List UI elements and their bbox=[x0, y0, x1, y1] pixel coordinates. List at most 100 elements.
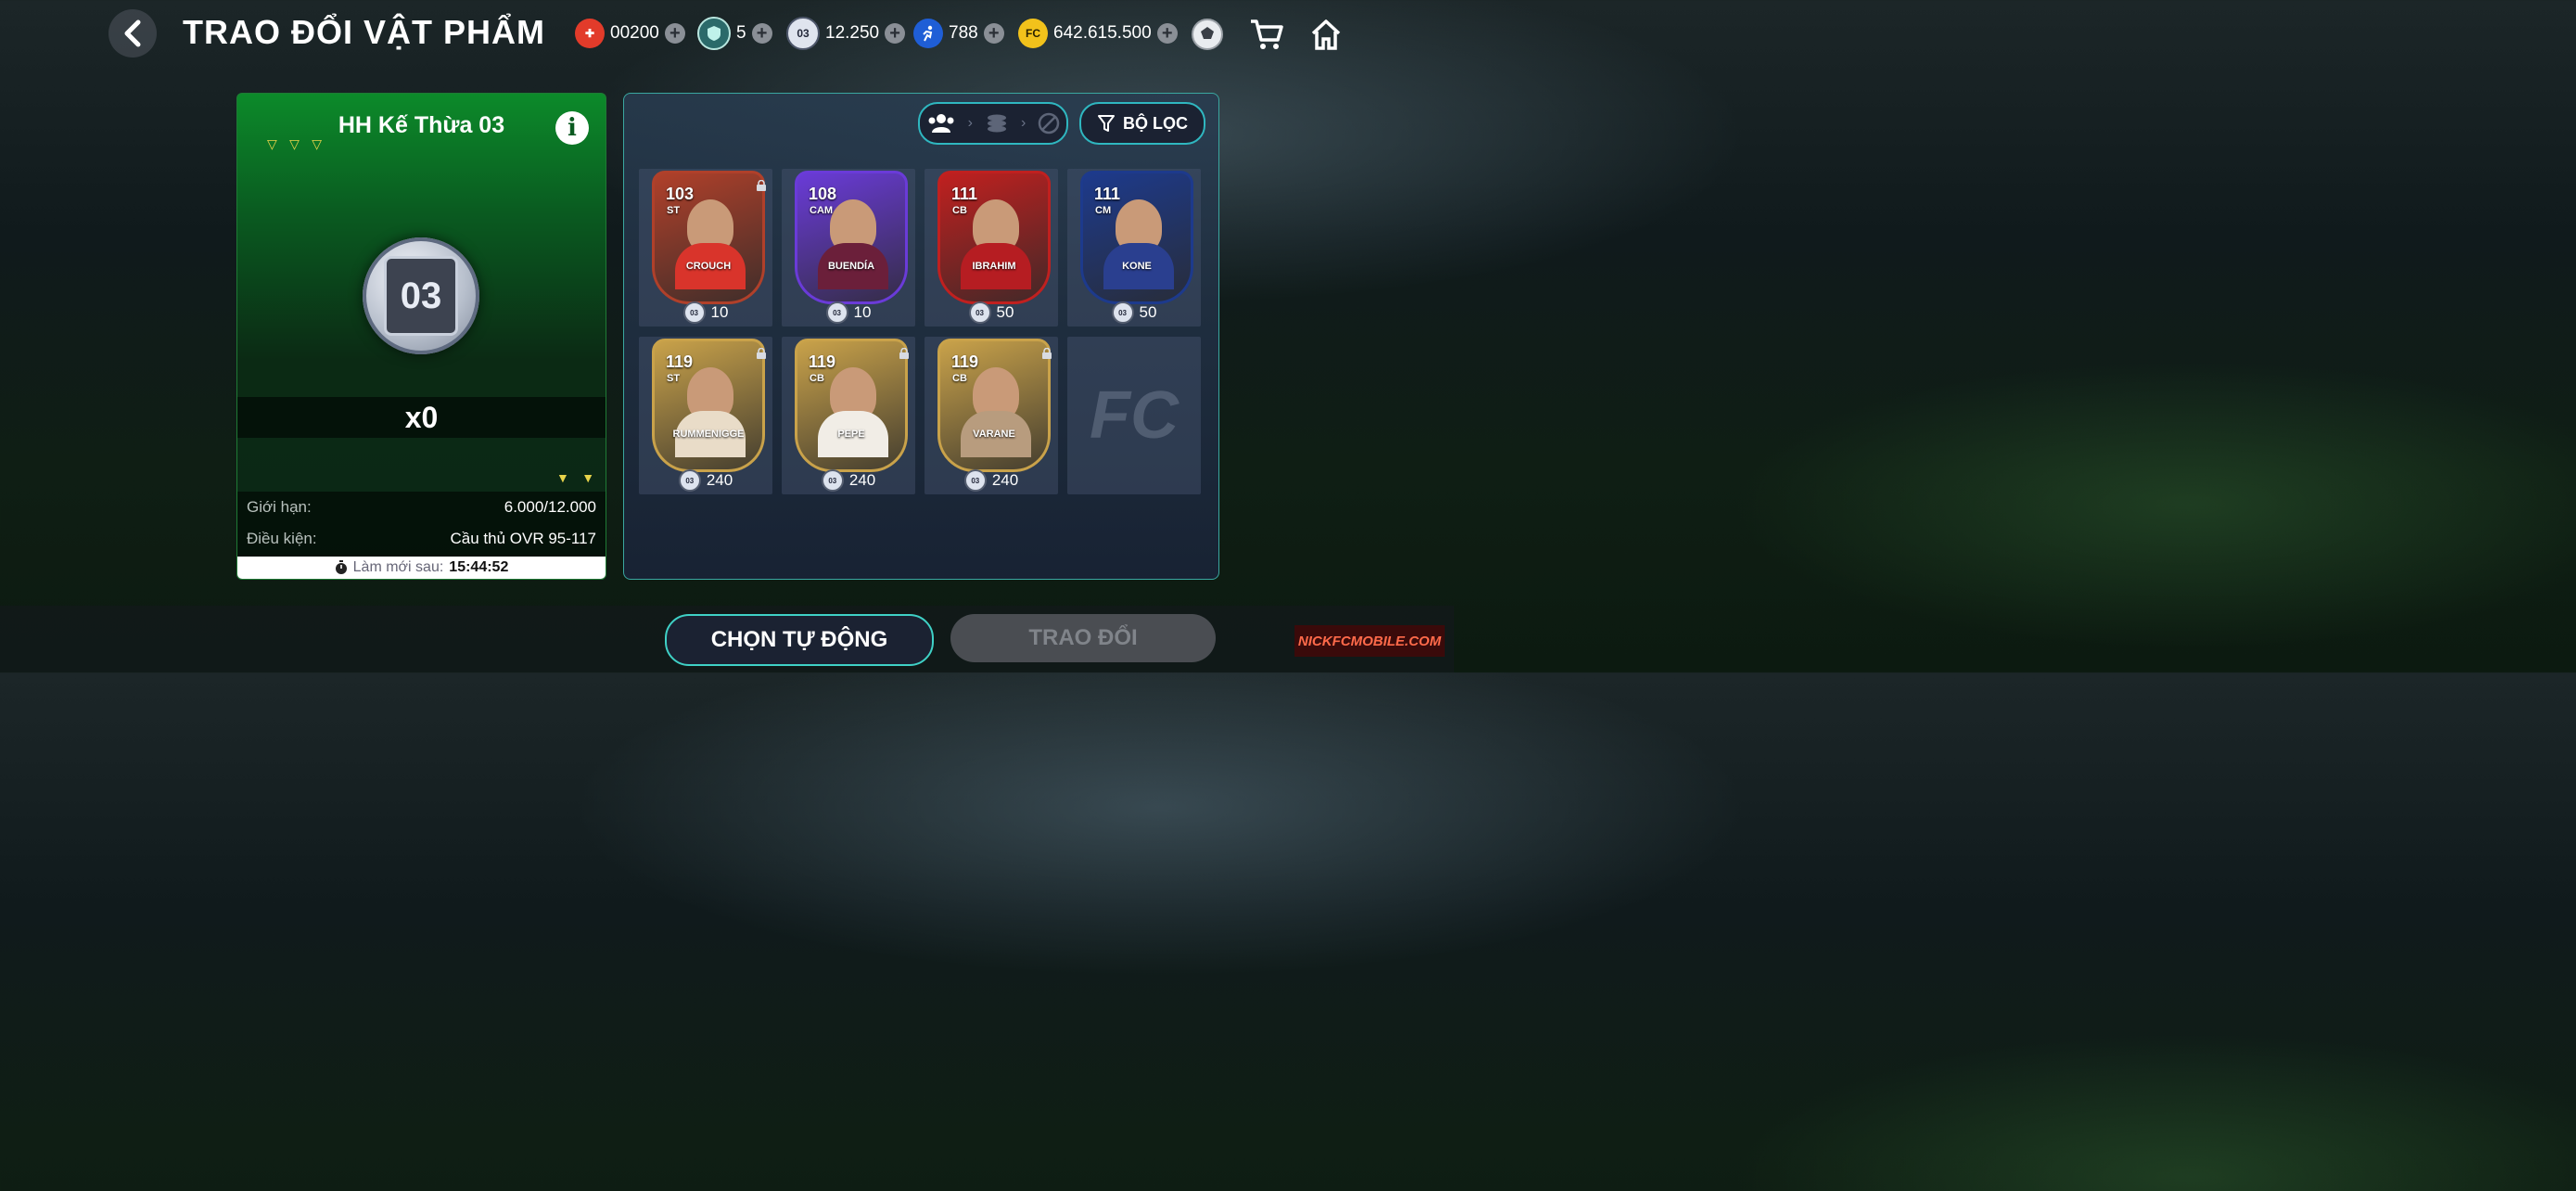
player-name: IBRAHIM bbox=[972, 261, 1016, 272]
player-card[interactable]: 111 CM KONE bbox=[1080, 171, 1193, 304]
price-value: 10 bbox=[710, 303, 729, 321]
chevron-left-icon bbox=[124, 19, 141, 47]
group-icon bbox=[928, 114, 954, 133]
player-position: CM bbox=[1095, 205, 1112, 216]
lock-icon bbox=[899, 348, 909, 359]
player-position: CAM bbox=[810, 205, 834, 216]
player-name: CROUCH bbox=[685, 261, 732, 272]
condition-label: Điều kiện: bbox=[247, 530, 317, 547]
player-price: 03 10 bbox=[639, 301, 772, 324]
token-03-icon: 03 bbox=[1111, 301, 1134, 324]
lock-icon bbox=[757, 180, 766, 191]
stack-icon bbox=[987, 114, 1006, 133]
trade-button[interactable]: TRAO ĐỔI bbox=[950, 614, 1216, 662]
add-runner-button[interactable]: + bbox=[983, 23, 1004, 44]
player-price: 03 240 bbox=[925, 469, 1058, 492]
currency-token: 03 12.250 + bbox=[786, 17, 906, 50]
player-position: ST bbox=[667, 205, 681, 216]
add-fc-coin-button[interactable]: + bbox=[1156, 23, 1178, 44]
currency-fc-coin-value: 642.615.500 bbox=[1053, 23, 1152, 43]
filter-button[interactable]: BỘ LỌC bbox=[1079, 102, 1205, 145]
chevron-right-icon: › bbox=[1021, 115, 1027, 131]
player-ovr: 108 bbox=[809, 185, 837, 203]
player-name: BUENDÍA bbox=[827, 261, 875, 272]
no-entry-icon bbox=[1039, 112, 1060, 134]
add-puzzle-button[interactable]: + bbox=[664, 23, 685, 44]
player-card[interactable]: 119 CB VARANE bbox=[937, 339, 1051, 472]
currency-gem-value: 5 bbox=[736, 23, 746, 43]
player-slot[interactable]: 119 ST RUMMENIGGE 03 240 bbox=[639, 337, 772, 494]
player-card[interactable]: 119 CB PEPE bbox=[795, 339, 908, 472]
token-03-icon: 03 bbox=[821, 469, 844, 492]
stopwatch-icon bbox=[335, 560, 347, 574]
back-button[interactable] bbox=[108, 9, 157, 58]
fc-coin-icon: FC bbox=[1018, 19, 1048, 48]
player-card[interactable]: 108 CAM BUENDÍA bbox=[795, 171, 908, 304]
price-value: 240 bbox=[848, 471, 876, 489]
empty-slot: FC bbox=[1067, 337, 1201, 494]
limit-label: Giới hạn: bbox=[247, 498, 312, 516]
player-card[interactable]: 119 ST RUMMENIGGE bbox=[652, 339, 765, 472]
token-03-icon: 03 bbox=[963, 469, 987, 492]
gem-icon bbox=[697, 17, 731, 50]
player-slot[interactable]: 119 CB VARANE 03 240 bbox=[925, 337, 1058, 494]
player-ovr: 119 bbox=[951, 352, 979, 371]
player-price: 03 50 bbox=[925, 301, 1058, 324]
player-slot[interactable]: 108 CAM BUENDÍA 03 10 bbox=[782, 169, 915, 327]
add-gem-button[interactable]: + bbox=[751, 23, 772, 44]
exchange-item-panel: HH Kế Thừa 03 i ▽ ▽ ▽ 03 x0 ▼ ▼ Giới hạn… bbox=[236, 93, 606, 580]
player-slot[interactable]: 119 CB PEPE 03 240 bbox=[782, 337, 915, 494]
shop-button[interactable] bbox=[1248, 17, 1285, 52]
currency-runner-value: 788 bbox=[949, 23, 978, 43]
player-ovr: 103 bbox=[666, 185, 695, 203]
condition-value: Cầu thủ OVR 95-117 bbox=[450, 530, 597, 547]
refresh-timer: Làm mới sau: 15:44:52 bbox=[237, 557, 606, 579]
player-ovr: 119 bbox=[809, 352, 836, 371]
refresh-time: 15:44:52 bbox=[449, 559, 509, 575]
fc-logo-placeholder: FC bbox=[1090, 378, 1179, 453]
cart-icon bbox=[1251, 19, 1283, 49]
currency-token-value: 12.250 bbox=[825, 23, 880, 43]
currency-puzzle-value: 00200 bbox=[610, 23, 659, 43]
token-03-icon: 03 bbox=[786, 17, 820, 50]
filter-label: BỘ LỌC bbox=[1123, 113, 1188, 133]
info-button[interactable]: i bbox=[555, 111, 589, 145]
home-icon bbox=[1311, 19, 1341, 50]
player-slot[interactable]: 111 CB IBRAHIM 03 50 bbox=[925, 169, 1058, 327]
player-ovr: 111 bbox=[951, 185, 978, 203]
player-ovr: 119 bbox=[666, 352, 694, 371]
token-03-icon: 03 bbox=[682, 301, 706, 324]
player-slot[interactable]: 111 CM KONE 03 50 bbox=[1067, 169, 1201, 327]
football-icon bbox=[1192, 19, 1223, 50]
auto-select-button[interactable]: CHỌN TỰ ĐỘNG bbox=[665, 614, 934, 666]
token-03-icon: 03 bbox=[825, 301, 848, 324]
currency-gem: 5 + bbox=[697, 17, 772, 50]
player-price: 03 10 bbox=[782, 301, 915, 324]
home-button[interactable] bbox=[1307, 17, 1345, 52]
puzzle-icon: ✚ bbox=[575, 19, 605, 48]
player-price: 03 240 bbox=[782, 469, 915, 492]
price-value: 240 bbox=[991, 471, 1019, 489]
player-position: CB bbox=[810, 373, 824, 384]
player-name: PEPE bbox=[837, 429, 865, 440]
player-price: 03 240 bbox=[639, 469, 772, 492]
player-card[interactable]: 111 CB IBRAHIM bbox=[937, 171, 1051, 304]
player-slot[interactable]: 103 ST CROUCH 03 10 bbox=[639, 169, 772, 327]
player-card[interactable]: 103 ST CROUCH bbox=[652, 171, 765, 304]
price-value: 10 bbox=[853, 303, 872, 321]
football-button[interactable] bbox=[1189, 17, 1226, 52]
decor-triangles-top: ▽ ▽ ▽ bbox=[267, 136, 323, 151]
price-value: 50 bbox=[996, 303, 1014, 321]
filter-icon bbox=[1098, 115, 1115, 132]
lock-icon bbox=[1042, 348, 1052, 359]
add-token-button[interactable]: + bbox=[885, 23, 906, 44]
sort-segment-control[interactable]: › › bbox=[918, 102, 1068, 145]
player-position: ST bbox=[667, 373, 681, 384]
refresh-label: Làm mới sau: bbox=[352, 559, 444, 575]
player-ovr: 111 bbox=[1094, 185, 1121, 203]
player-name: RUMMENIGGE bbox=[672, 429, 745, 440]
currency-fc-coin: FC 642.615.500 + bbox=[1018, 19, 1178, 48]
currency-runner: 788 + bbox=[913, 19, 1004, 48]
item-quantity: x0 bbox=[237, 397, 606, 438]
runner-icon bbox=[913, 19, 943, 48]
